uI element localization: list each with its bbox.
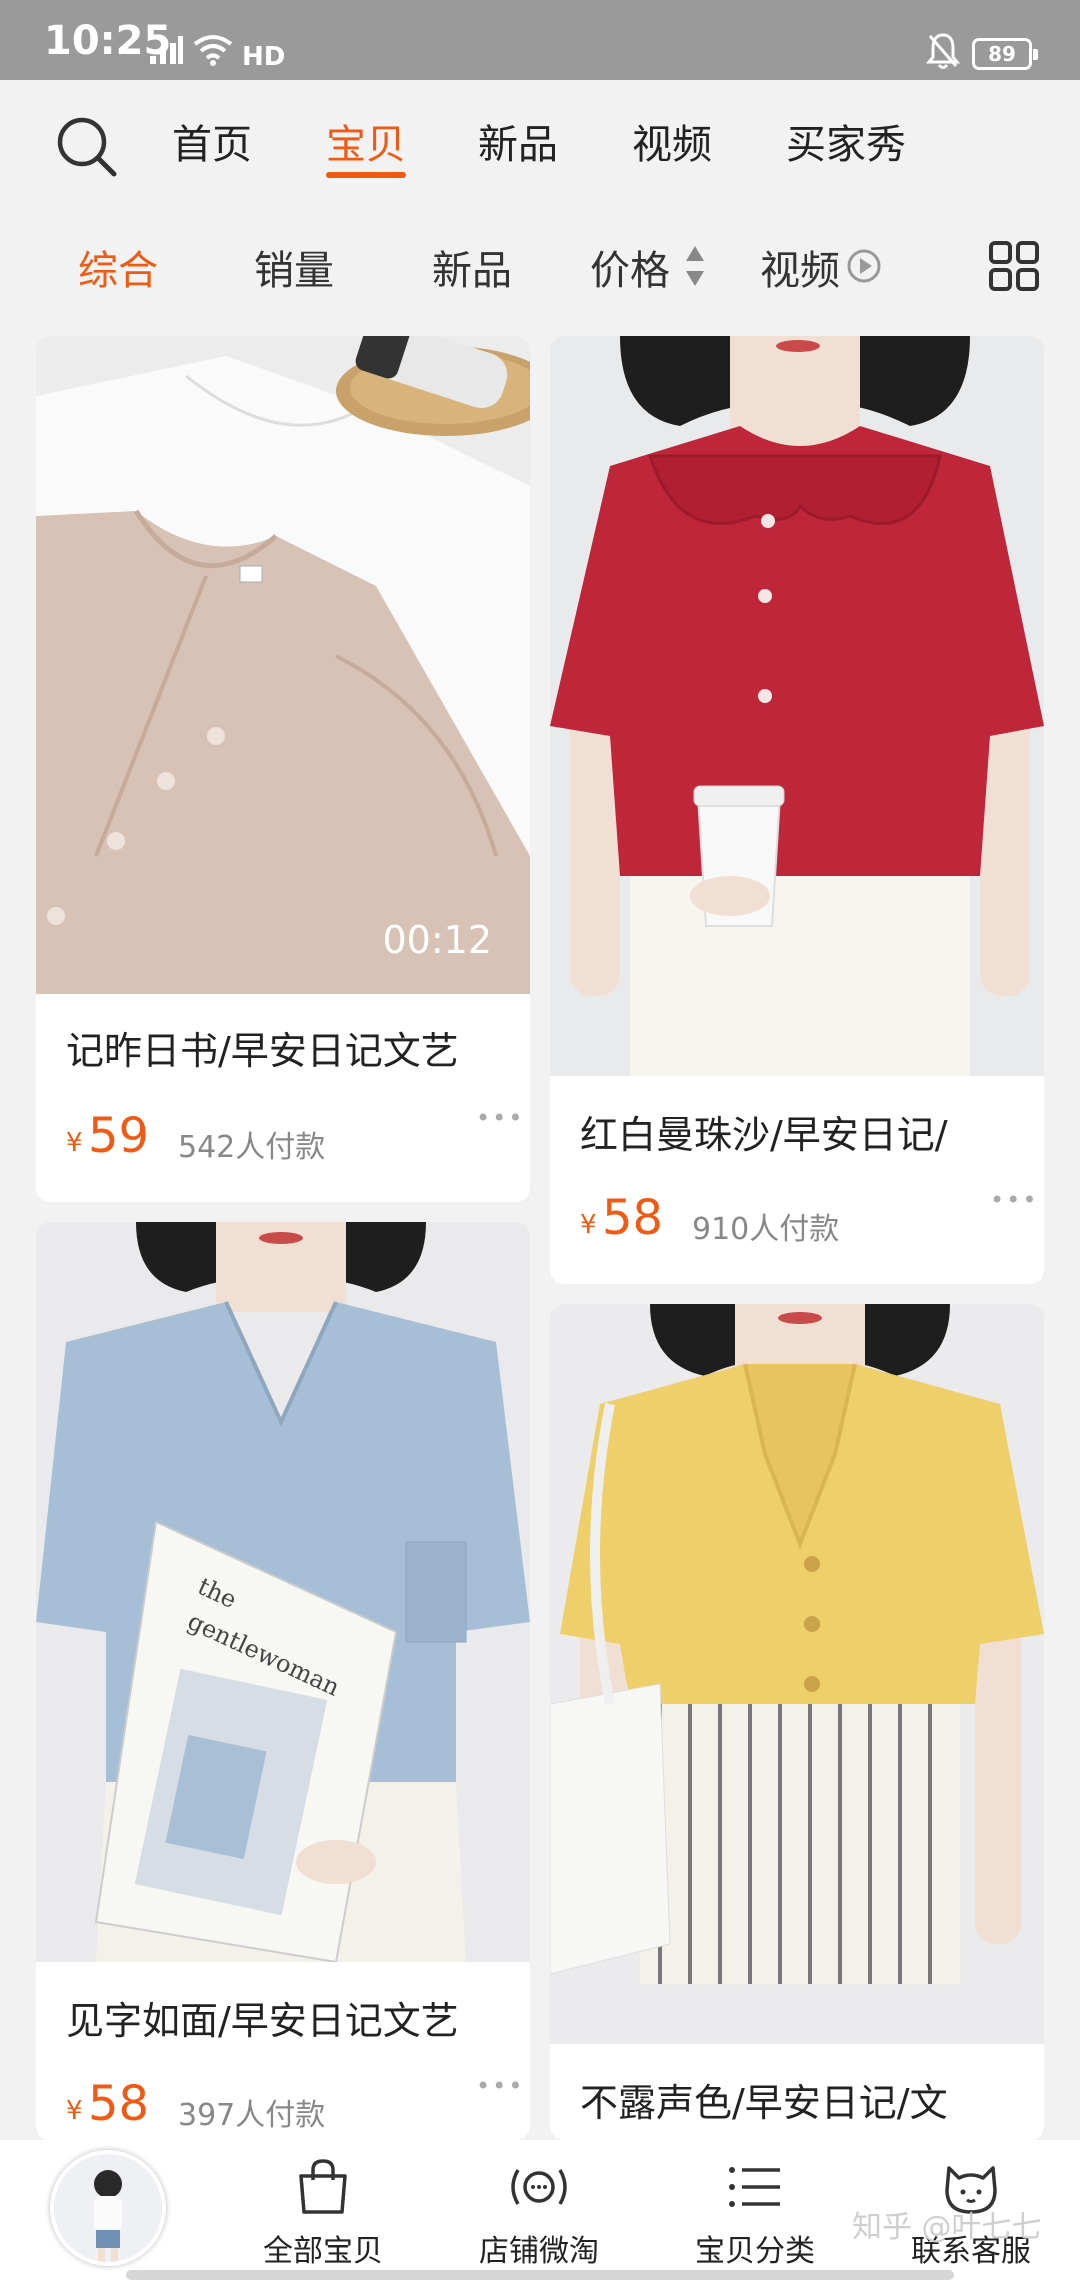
sort-new[interactable]: 新品 xyxy=(432,238,512,296)
shop-nav-bar: 首页 宝贝 新品 视频 买家秀 xyxy=(0,80,1080,200)
more-options-icon[interactable]: ••• xyxy=(476,2072,524,2100)
product-price: 58 xyxy=(602,1190,664,1246)
all-items-button[interactable]: 全部宝贝 xyxy=(228,2158,418,2270)
product-price: 58 xyxy=(88,2076,150,2132)
sales-count: 542人付款 xyxy=(178,1130,326,1165)
product-title: 红白曼珠沙/早安日记/ xyxy=(580,1113,948,1157)
home-indicator[interactable] xyxy=(126,2270,954,2280)
grid-view-icon[interactable] xyxy=(988,240,1040,292)
product-image[interactable]: the gentlewoman xyxy=(36,1222,530,1964)
active-tab-indicator xyxy=(326,172,406,178)
product-image[interactable] xyxy=(550,336,1044,1076)
more-options-icon[interactable]: ••• xyxy=(476,1104,524,1132)
status-bar: 10:25 HD 89 xyxy=(0,0,1080,80)
play-circle-icon xyxy=(847,249,881,283)
sort-sales[interactable]: 销量 xyxy=(254,238,334,296)
shopping-bag-icon xyxy=(299,2159,347,2214)
sort-bar: 综合 销量 新品 价格 视频 xyxy=(0,210,1080,320)
product-card[interactable]: 红白曼珠沙/早安日记/ ¥ 58 910人付款 ••• xyxy=(550,336,1044,1284)
wifi-icon xyxy=(193,35,233,66)
currency-symbol: ¥ xyxy=(66,2096,83,2126)
product-card[interactable]: 不露声色/早安日记/文 xyxy=(550,1304,1044,2140)
watermark: 知乎 @叶七七 xyxy=(852,2210,1042,2245)
product-card[interactable]: the gentlewoman 见字如面/早安日记文艺 ¥ 58 397人付款 … xyxy=(36,1222,530,2140)
product-price: 59 xyxy=(88,1108,150,1164)
product-image[interactable]: 00:12 xyxy=(36,336,530,994)
sort-overall[interactable]: 综合 xyxy=(78,238,158,296)
tab-video[interactable]: 视频 xyxy=(632,112,712,170)
product-card[interactable]: 00:12 记昨日书/早安日记文艺 ¥ 59 542人付款 ••• xyxy=(36,336,530,1202)
sales-count: 397人付款 xyxy=(178,2098,326,2133)
shop-feed-label: 店铺微淘 xyxy=(479,2234,599,2269)
shop-avatar[interactable] xyxy=(50,2150,166,2266)
sales-count: 910人付款 xyxy=(692,1212,840,1247)
mute-bell-icon xyxy=(926,33,960,69)
shop-feed-button[interactable]: 店铺微淘 xyxy=(444,2158,634,2270)
tab-items[interactable]: 宝贝 xyxy=(326,112,406,170)
currency-symbol: ¥ xyxy=(66,1128,83,1158)
product-title: 记昨日书/早安日记文艺 xyxy=(66,1029,459,1073)
product-title: 不露声色/早安日记/文 xyxy=(580,2081,948,2125)
broadcast-icon xyxy=(511,2169,567,2205)
sort-arrows-icon xyxy=(686,246,704,286)
product-image[interactable] xyxy=(550,1304,1044,2044)
categories-button[interactable]: 宝贝分类 xyxy=(660,2158,850,2270)
video-duration: 00:12 xyxy=(382,918,492,962)
product-title: 见字如面/早安日记文艺 xyxy=(66,1999,459,2043)
all-items-label: 全部宝贝 xyxy=(263,2234,383,2269)
more-options-icon[interactable]: ••• xyxy=(990,1186,1038,1214)
search-icon[interactable] xyxy=(54,114,118,178)
list-icon xyxy=(729,2167,780,2207)
battery-indicator: 89 xyxy=(972,38,1038,70)
tab-home[interactable]: 首页 xyxy=(172,112,252,170)
hd-indicator: HD xyxy=(242,42,286,72)
sort-video[interactable]: 视频 xyxy=(760,238,840,296)
signal-icon xyxy=(150,36,183,64)
currency-symbol: ¥ xyxy=(580,1210,597,1240)
tab-buyer-show[interactable]: 买家秀 xyxy=(786,112,906,170)
tab-new[interactable]: 新品 xyxy=(478,112,558,170)
sort-price[interactable]: 价格 xyxy=(590,238,670,296)
categories-label: 宝贝分类 xyxy=(695,2234,815,2269)
